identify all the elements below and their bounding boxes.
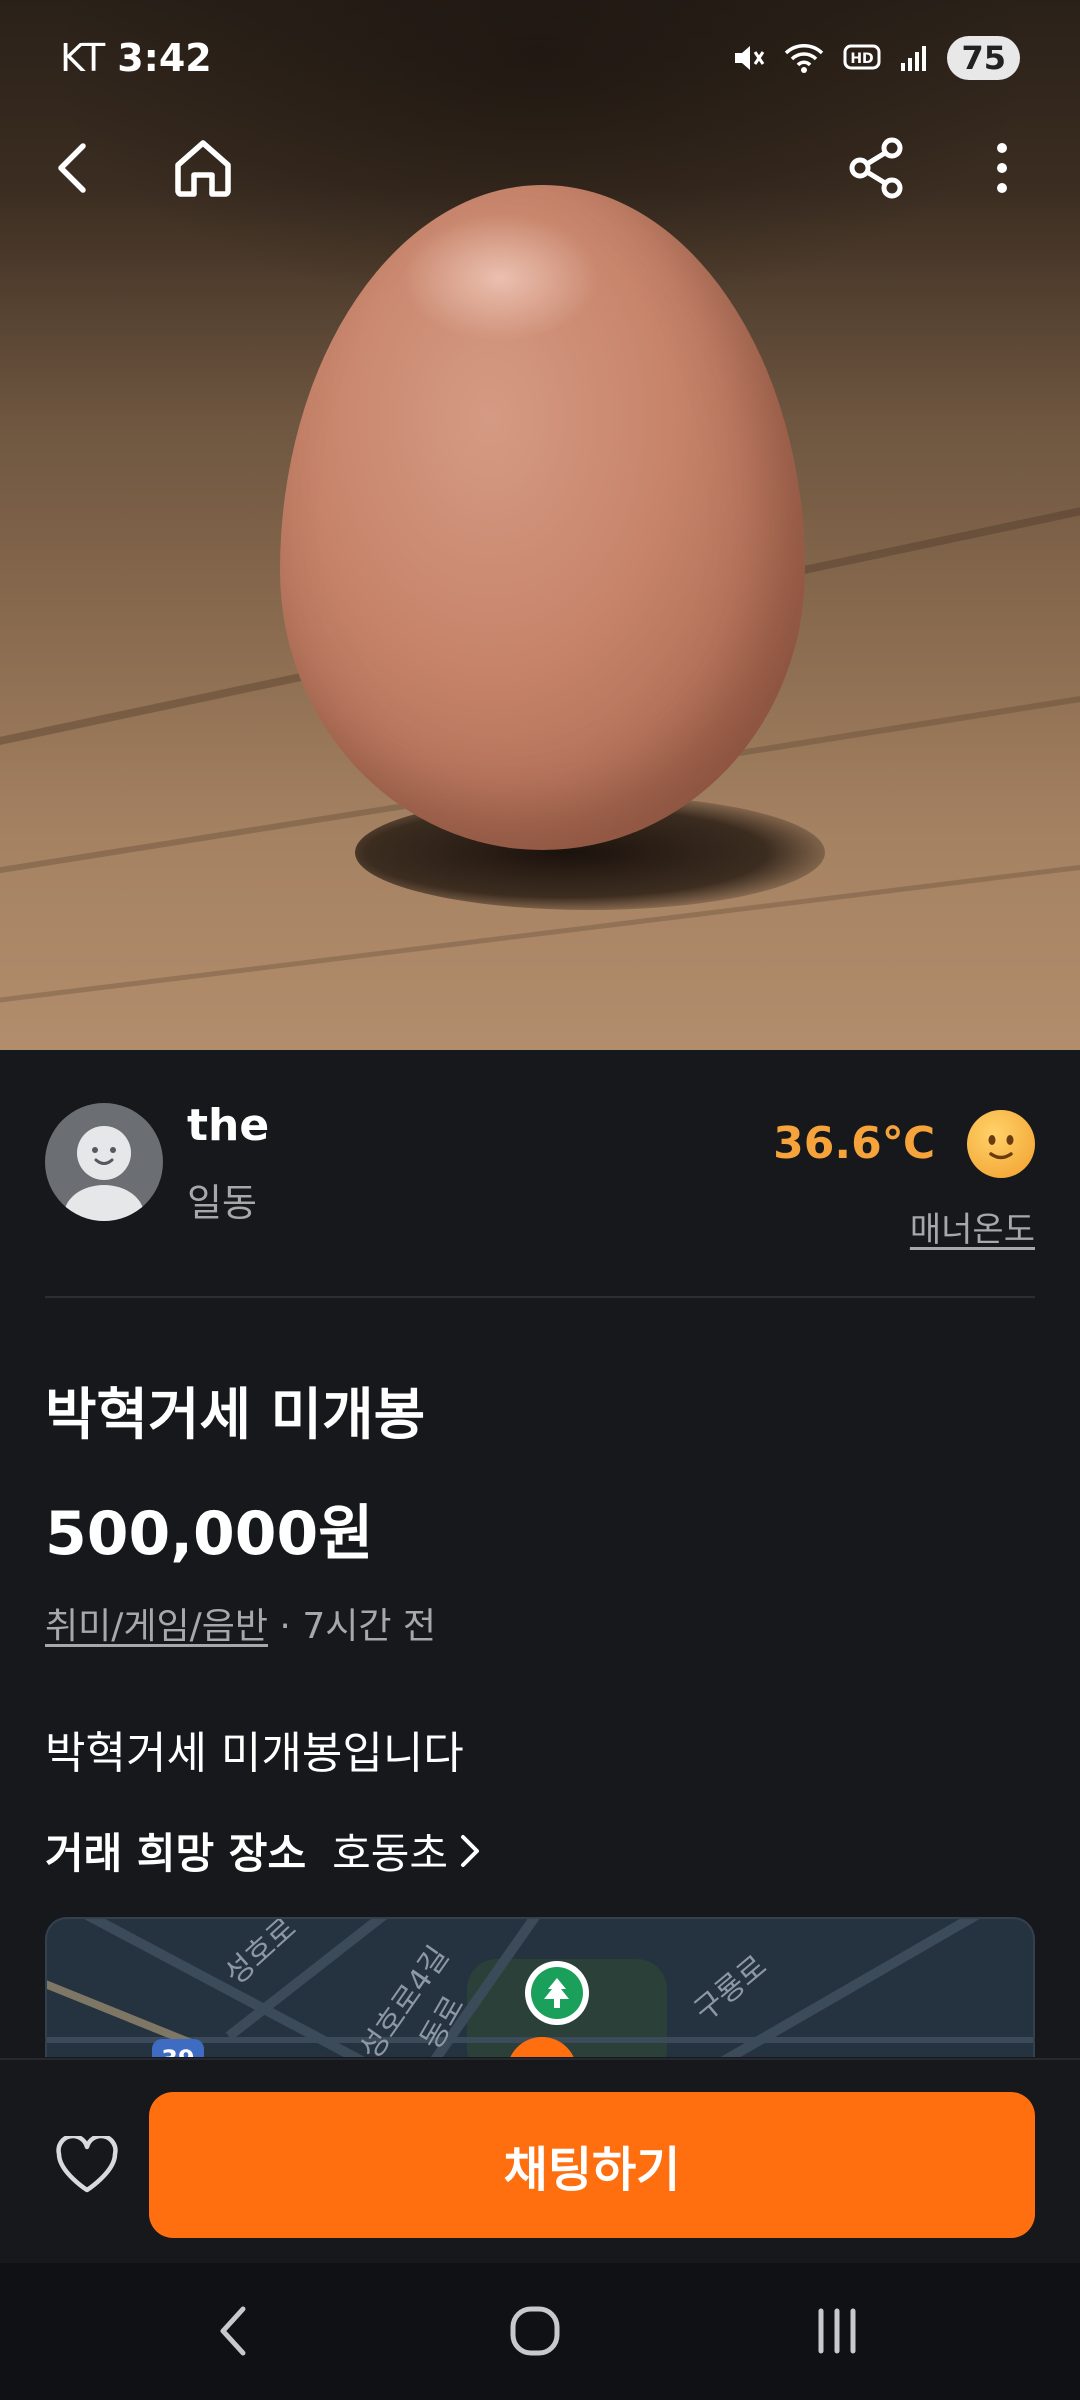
system-recents-icon [818,2308,856,2354]
more-vertical-icon [997,143,1007,193]
trade-place-value[interactable]: 호동초 [332,1820,448,1881]
share-button[interactable] [833,123,923,213]
smiley-face-icon [967,1110,1035,1178]
seller-name[interactable]: the [187,1100,269,1151]
clock: 3:42 [117,35,212,80]
status-bar: KT 3:42 HD 75 [0,0,1080,115]
seller-profile[interactable]: the 일동 36.6℃ 매너온도 [45,1100,1035,1250]
bottom-action-bar: 채팅하기 [0,2058,1080,2263]
product-title: 박혁거세 미개봉 [45,1383,426,1448]
trade-place-row[interactable]: 거래 희망 장소 호동초 [45,1820,482,1881]
avatar[interactable] [45,1103,163,1221]
product-description: 박혁거세 미개봉입니다 [45,1728,464,1779]
chat-button[interactable]: 채팅하기 [149,2092,1035,2238]
manner-temperature: 36.6℃ [773,1118,935,1169]
manner-temperature-link[interactable]: 매너온도 [910,1202,1035,1251]
divider [45,1296,1035,1298]
trade-place-map[interactable]: 성호로 성호로4길 동로 구룡로 39 [45,1917,1035,2057]
product-meta: 취미/게임/음반 · 7시간 전 [45,1597,436,1649]
heart-icon [56,2136,118,2193]
system-back-button[interactable] [183,2281,283,2381]
tree-icon [531,1967,583,2019]
chevron-right-icon [458,1831,482,1871]
like-button[interactable] [42,2120,132,2210]
seller-location: 일동 [187,1181,257,1225]
system-home-button[interactable] [485,2281,585,2381]
system-back-icon [220,2306,246,2356]
category-link[interactable]: 취미/게임/음반 [45,1606,268,1647]
system-home-icon [510,2306,560,2356]
home-button[interactable] [158,123,248,213]
trade-place-label: 거래 희망 장소 [45,1829,307,1878]
share-icon [849,137,903,199]
carrier-label: KT [60,35,106,80]
back-arrow-icon [58,143,86,193]
posted-time: 7시간 전 [302,1606,437,1647]
home-icon [175,140,231,197]
battery-indicator: 75 [947,35,1020,80]
route-number-badge: 39 [152,2039,204,2057]
default-avatar-icon [64,1126,144,1221]
back-button[interactable] [30,123,120,213]
svg-text:HD: HD [851,51,874,67]
more-options-button[interactable] [957,123,1047,213]
status-icons: HD 75 [731,35,1020,80]
egg-photo [280,185,805,850]
map-road-label: 구룡로 [687,1948,774,2029]
school-pin[interactable] [525,1961,589,2025]
system-navigation-bar [0,2263,1080,2400]
product-price: 500,000원 [45,1499,374,1569]
signal-icon [899,43,929,73]
system-recents-button[interactable] [787,2281,887,2381]
hd-voice-icon: HD [843,43,881,73]
wifi-icon [783,41,825,75]
mute-icon [731,41,765,75]
meta-separator: · [267,1606,303,1647]
